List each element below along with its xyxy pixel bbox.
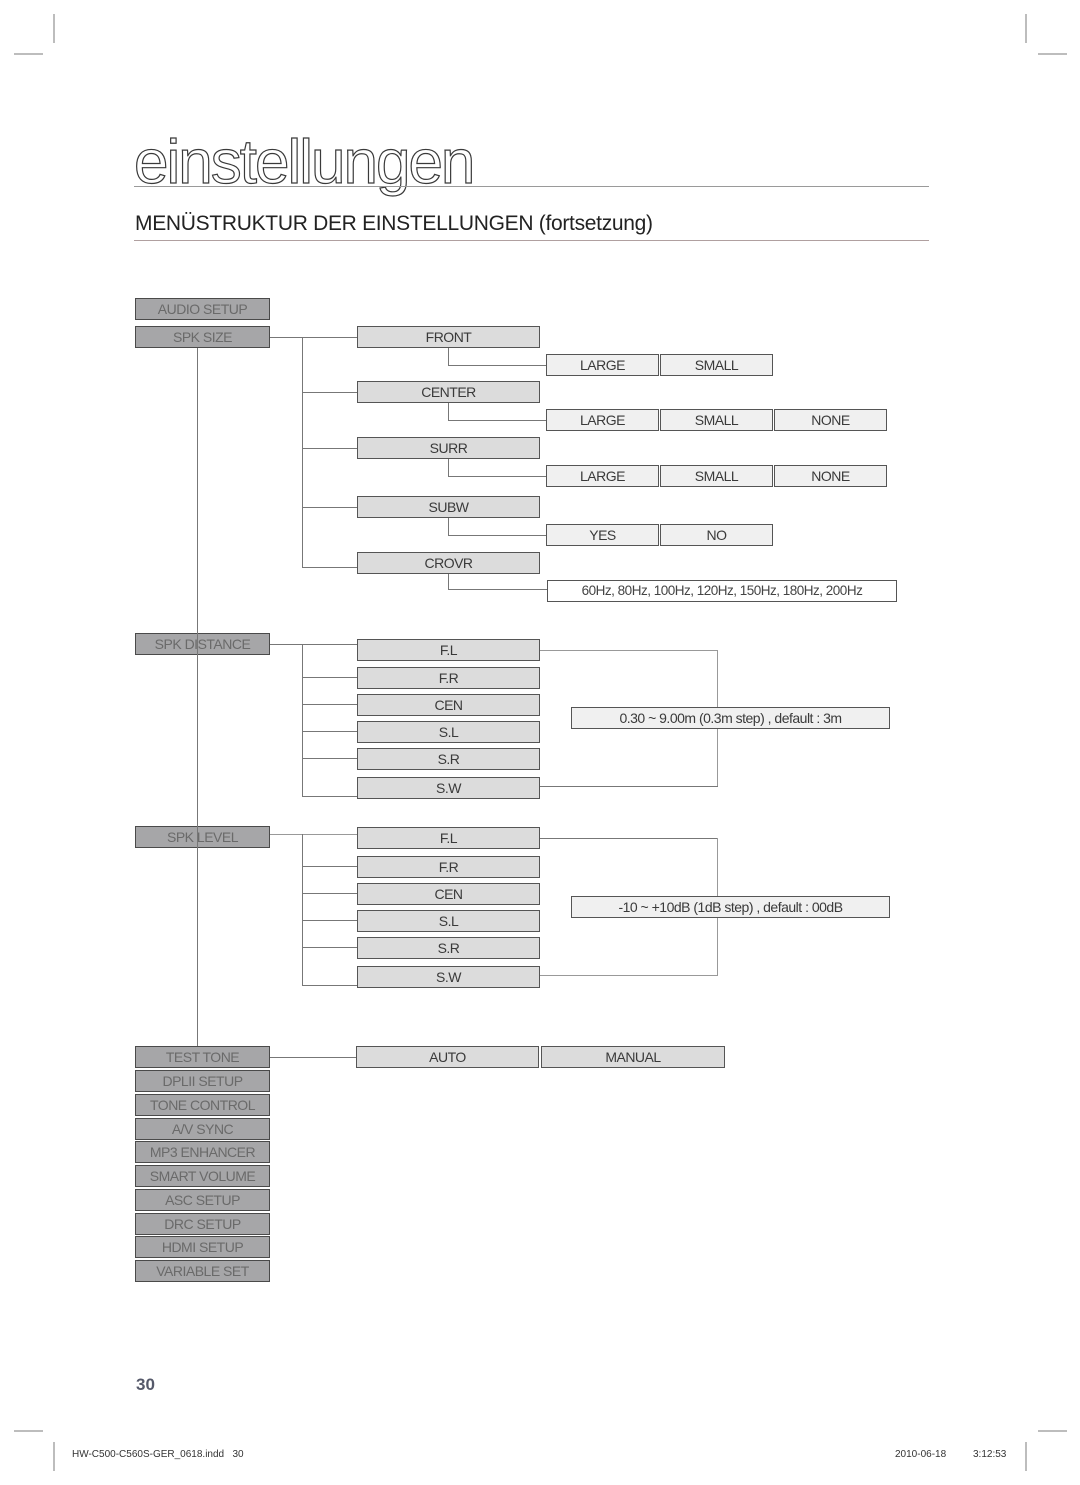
spk-size-crovr[interactable]: CROVR	[357, 552, 540, 574]
distance-channel-sl[interactable]: S.L	[357, 721, 540, 743]
distance-channel-sr[interactable]: S.R	[357, 748, 540, 770]
connector-line	[302, 985, 357, 986]
connector-line	[270, 644, 358, 645]
front-option-small[interactable]: SMALL	[660, 354, 773, 376]
connector-line	[302, 796, 357, 797]
connector-line	[302, 567, 358, 568]
connector-line	[540, 975, 718, 976]
menu-item-spk-level[interactable]: SPK LEVEL	[135, 826, 270, 848]
connector-line	[302, 866, 357, 867]
connector-line	[448, 420, 547, 421]
menu-item-hdmi-setup[interactable]: HDMI SETUP	[135, 1236, 270, 1258]
surr-option-none[interactable]: NONE	[774, 465, 887, 487]
menu-item-drc-setup[interactable]: DRC SETUP	[135, 1213, 270, 1235]
connector-line	[302, 704, 357, 705]
menu-item-variable-set[interactable]: VARIABLE SET	[135, 1260, 270, 1282]
level-channel-cen[interactable]: CEN	[357, 883, 540, 905]
menu-item-tone-control[interactable]: TONE CONTROL	[135, 1094, 270, 1116]
page-heading: MENÜSTRUKTUR DER EINSTELLUNGEN (fortsetz…	[135, 212, 653, 235]
connector-line	[302, 677, 357, 678]
connector-line	[270, 337, 358, 338]
footer-time: 3:12:53	[973, 1449, 1007, 1460]
crop-mark	[1038, 53, 1067, 55]
connector-line	[302, 758, 357, 759]
menu-root-audio-setup: AUDIO SETUP	[135, 298, 270, 320]
connector-line	[302, 392, 358, 393]
connector-line	[448, 403, 449, 421]
subw-option-no[interactable]: NO	[660, 524, 773, 546]
test-tone-manual[interactable]: MANUAL	[541, 1046, 725, 1068]
connector-line	[302, 448, 358, 449]
crop-mark	[1038, 1430, 1067, 1432]
spk-size-subw[interactable]: SUBW	[357, 496, 540, 518]
connector-line	[270, 834, 358, 835]
crop-mark	[14, 1430, 43, 1432]
center-option-none[interactable]: NONE	[774, 409, 887, 431]
distance-channel-sw[interactable]: S.W	[357, 777, 540, 799]
menu-item-dplii-setup[interactable]: DPLII SETUP	[135, 1070, 270, 1092]
crop-mark	[53, 1442, 55, 1471]
footer-date: 2010-06-18	[895, 1449, 947, 1460]
connector-line	[302, 507, 358, 508]
menu-item-spk-size[interactable]: SPK SIZE	[135, 326, 270, 348]
connector-line	[448, 459, 449, 477]
distance-channel-fr[interactable]: F.R	[357, 667, 540, 689]
connector-line	[197, 348, 198, 1046]
level-channel-fr[interactable]: F.R	[357, 856, 540, 878]
connector-line	[302, 337, 303, 568]
connector-line	[540, 650, 718, 651]
connector-line	[448, 589, 547, 590]
connector-line	[448, 518, 449, 536]
connector-line	[302, 731, 357, 732]
connector-line	[448, 348, 449, 366]
level-range: -10 ~ +10dB (1dB step) , default : 00dB	[571, 896, 890, 918]
distance-channel-fl[interactable]: F.L	[357, 639, 540, 661]
spk-size-center[interactable]: CENTER	[357, 381, 540, 403]
crop-mark	[14, 53, 43, 55]
level-channel-sr[interactable]: S.R	[357, 937, 540, 959]
menu-item-test-tone[interactable]: TEST TONE	[135, 1046, 270, 1068]
menu-item-asc-setup[interactable]: ASC SETUP	[135, 1189, 270, 1211]
level-channel-fl[interactable]: F.L	[357, 827, 540, 849]
crop-mark	[53, 14, 55, 43]
connector-line	[302, 893, 357, 894]
connector-line	[448, 365, 547, 366]
front-option-large[interactable]: LARGE	[546, 354, 659, 376]
heading-rule	[134, 240, 929, 241]
level-channel-sw[interactable]: S.W	[357, 966, 540, 988]
menu-item-mp3-enhancer[interactable]: MP3 ENHANCER	[135, 1141, 270, 1163]
surr-option-small[interactable]: SMALL	[660, 465, 773, 487]
connector-line	[448, 574, 449, 590]
distance-range: 0.30 ~ 9.00m (0.3m step) , default : 3m	[571, 707, 890, 729]
connector-line	[270, 1057, 357, 1058]
subw-option-yes[interactable]: YES	[546, 524, 659, 546]
test-tone-auto[interactable]: AUTO	[356, 1046, 539, 1068]
menu-item-spk-distance[interactable]: SPK DISTANCE	[135, 633, 270, 655]
connector-line	[540, 786, 718, 787]
level-channel-sl[interactable]: S.L	[357, 910, 540, 932]
center-option-small[interactable]: SMALL	[660, 409, 773, 431]
crovr-frequency-options[interactable]: 60Hz, 80Hz, 100Hz, 120Hz, 150Hz, 180Hz, …	[547, 580, 897, 602]
connector-line	[540, 838, 718, 839]
center-option-large[interactable]: LARGE	[546, 409, 659, 431]
surr-option-large[interactable]: LARGE	[546, 465, 659, 487]
connector-line	[448, 476, 547, 477]
menu-item-av-sync[interactable]: A/V SYNC	[135, 1118, 270, 1140]
distance-channel-cen[interactable]: CEN	[357, 694, 540, 716]
connector-line	[302, 947, 357, 948]
section-title: einstellungen	[133, 127, 476, 197]
connector-line	[448, 535, 547, 536]
title-rule	[134, 186, 929, 187]
connector-line	[302, 920, 357, 921]
page-number: 30	[136, 1375, 155, 1394]
spk-size-front[interactable]: FRONT	[357, 326, 540, 348]
connector-line	[302, 644, 303, 796]
footer-file-info: HW-C500-C560S-GER_0618.indd 30	[72, 1449, 244, 1460]
crop-mark	[1025, 1442, 1027, 1471]
spk-size-surr[interactable]: SURR	[357, 437, 540, 459]
menu-item-smart-volume[interactable]: SMART VOLUME	[135, 1165, 270, 1187]
crop-mark	[1025, 14, 1027, 43]
connector-line	[302, 834, 303, 985]
